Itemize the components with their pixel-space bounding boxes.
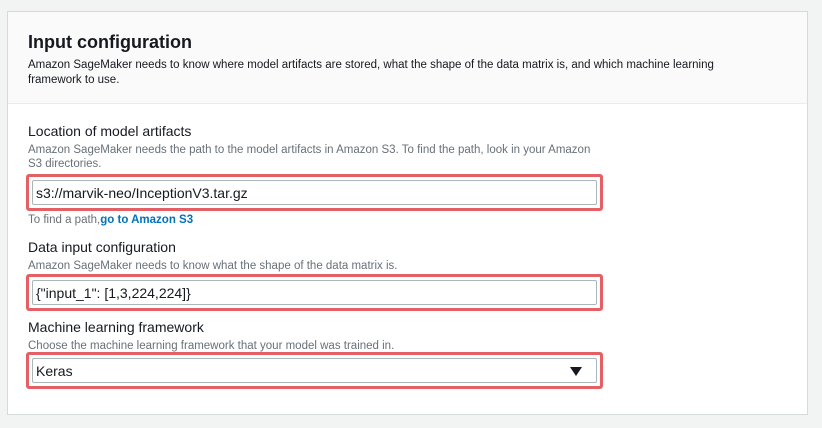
panel-header: Input configuration Amazon SageMaker nee…: [8, 12, 807, 104]
framework-highlight: Keras: [26, 352, 603, 389]
data-input-label: Data input configuration: [28, 239, 176, 255]
input-configuration-panel: Input configuration Amazon SageMaker nee…: [7, 11, 808, 415]
framework-selected-value: Keras: [36, 362, 73, 379]
caret-down-icon: [570, 366, 582, 376]
data-input-value: {"input_1": [1,3,224,224]}: [36, 284, 191, 301]
framework-select[interactable]: Keras: [32, 358, 597, 383]
artifacts-path-value: s3://marvik-neo/InceptionV3.tar.gz: [36, 184, 248, 201]
section-title: Input configuration: [28, 32, 192, 52]
go-to-s3-link[interactable]: go to Amazon S3: [100, 214, 193, 226]
artifacts-label: Location of model artifacts: [28, 123, 192, 139]
data-input-hint: Amazon SageMaker needs to know what the …: [28, 260, 398, 272]
data-input-highlight: {"input_1": [1,3,224,224]}: [26, 274, 603, 311]
artifacts-path-input[interactable]: s3://marvik-neo/InceptionV3.tar.gz: [32, 180, 597, 205]
artifacts-highlight: s3://marvik-neo/InceptionV3.tar.gz: [26, 174, 603, 211]
artifacts-hint: Amazon SageMaker needs the path to the m…: [28, 144, 591, 170]
framework-label: Machine learning framework: [28, 319, 204, 335]
helper-text: To find a path,: [28, 214, 101, 226]
artifacts-helper: To find a path,go to Amazon S3: [28, 214, 193, 226]
section-description: Amazon SageMaker needs to know where mod…: [28, 59, 714, 86]
data-input-field[interactable]: {"input_1": [1,3,224,224]}: [32, 280, 597, 305]
framework-hint: Choose the machine learning framework th…: [28, 340, 395, 352]
